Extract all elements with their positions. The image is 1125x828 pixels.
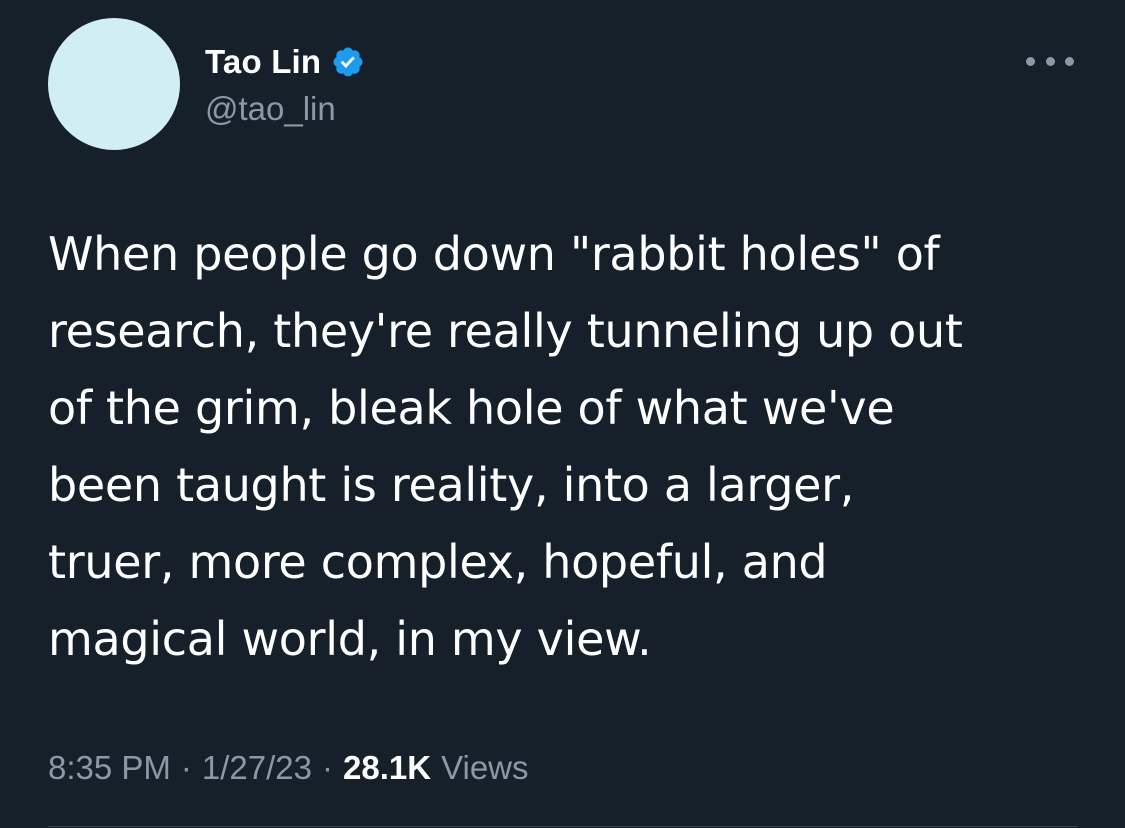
meta-separator: · xyxy=(180,749,192,786)
tweet-text: When people go down "rabbit holes" of re… xyxy=(48,227,963,666)
divider xyxy=(48,826,1078,827)
tweet-date[interactable]: 1/27/23 xyxy=(202,749,312,787)
tweet-card: Tao Lin @tao_lin When people go down "ra… xyxy=(0,0,1125,828)
author-display-name[interactable]: Tao Lin xyxy=(205,43,321,81)
more-horizontal-icon-dot xyxy=(1045,56,1055,66)
meta-separator: · xyxy=(322,749,334,786)
author-name-row: Tao Lin xyxy=(205,40,365,84)
more-horizontal-icon-dot xyxy=(1065,56,1074,66)
views-label: Views xyxy=(441,749,529,786)
verified-badge-icon xyxy=(333,47,363,77)
avatar[interactable] xyxy=(48,18,180,150)
more-horizontal-icon xyxy=(1026,56,1035,66)
tweet-meta: 8:35 PM · 1/27/23 · 28.1K Views xyxy=(48,745,529,791)
tweet-time[interactable]: 8:35 PM xyxy=(48,749,171,787)
author-handle[interactable]: @tao_lin xyxy=(205,90,336,128)
views-count[interactable]: 28.1K xyxy=(343,749,431,787)
more-options-button[interactable] xyxy=(1026,50,1074,72)
